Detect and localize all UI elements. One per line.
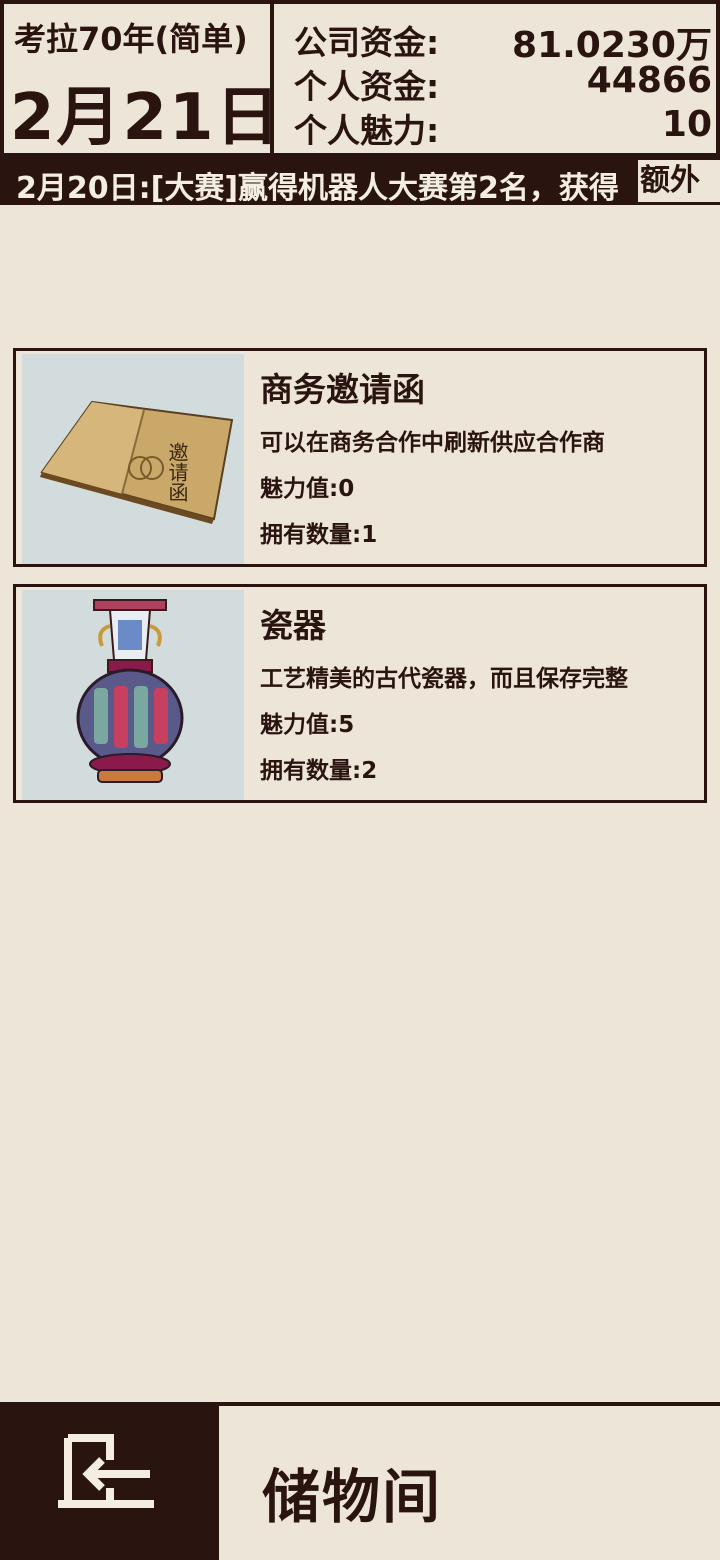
- news-ticker: 2月20日:[大赛]赢得机器人大赛第2名，获得 额外: [0, 157, 720, 205]
- item-description: 工艺精美的古代瓷器，而且保存完整: [260, 666, 628, 692]
- item-charm: 魅力值:0: [260, 476, 355, 502]
- porcelain-vase-icon: [76, 599, 184, 783]
- ticker-message: 2月20日:[大赛]赢得机器人大赛第2名，获得: [16, 171, 619, 205]
- company-funds: 公司资金: 81.0230万: [294, 16, 712, 66]
- room-footer: 储物间: [0, 1402, 720, 1560]
- stat-value: 10: [661, 104, 712, 145]
- item-card-porcelain[interactable]: 瓷器 工艺精美的古代瓷器，而且保存完整 魅力值:5 拥有数量:2: [13, 584, 707, 803]
- item-name: 商务邀请函: [260, 370, 425, 409]
- status-header: 考拉70年(简单) 2月21日 公司资金: 81.0230万 个人资金: 448…: [0, 0, 720, 157]
- invitation-calligraphy: 邀请函: [165, 442, 189, 502]
- date-panel: 考拉70年(简单) 2月21日: [4, 4, 280, 155]
- invitation-image: 邀请函: [22, 354, 244, 564]
- stat-value: 44866: [586, 60, 712, 101]
- item-quantity: 拥有数量:1: [260, 522, 378, 548]
- item-charm: 魅力值:5: [260, 712, 355, 738]
- item-quantity: 拥有数量:2: [260, 758, 378, 784]
- personal-charm: 个人魅力: 10: [294, 104, 712, 150]
- stat-label: 个人魅力:: [294, 111, 440, 150]
- item-info: 瓷器 工艺精美的古代瓷器，而且保存完整 魅力值:5 拥有数量:2: [260, 599, 700, 797]
- item-card-invitation[interactable]: 邀请函 商务邀请函 可以在商务合作中刷新供应合作商 魅力值:0 拥有数量:1: [13, 348, 707, 567]
- item-name: 瓷器: [260, 606, 326, 645]
- invitation-letter-icon: 邀请函: [40, 400, 234, 524]
- stat-label: 个人资金:: [294, 67, 440, 106]
- ticker-highlight: 额外: [638, 160, 720, 202]
- stats-panel: 公司资金: 81.0230万 个人资金: 44866 个人魅力: 10: [278, 4, 716, 153]
- item-info: 商务邀请函 可以在商务合作中刷新供应合作商 魅力值:0 拥有数量:1: [260, 363, 700, 561]
- personal-funds: 个人资金: 44866: [294, 60, 712, 106]
- porcelain-image: [22, 590, 244, 800]
- game-title: 考拉70年(简单): [14, 20, 248, 58]
- exit-door-icon: [58, 1434, 154, 1508]
- item-description: 可以在商务合作中刷新供应合作商: [260, 430, 605, 456]
- exit-button[interactable]: [0, 1406, 219, 1560]
- room-title: 储物间: [262, 1463, 443, 1531]
- current-date: 2月21日: [10, 81, 282, 155]
- stat-label: 公司资金:: [294, 23, 440, 62]
